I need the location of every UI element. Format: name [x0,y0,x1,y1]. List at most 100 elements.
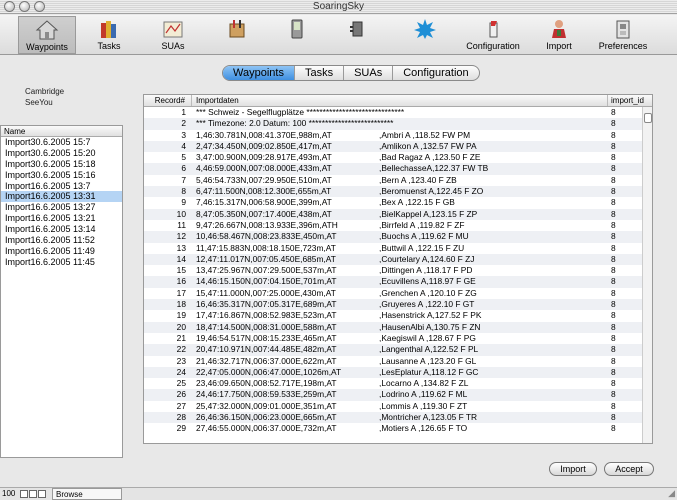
table-row[interactable]: 25 23,46:09.650N,008:52.717E,198m,AT ,Loca… [144,378,652,389]
zoom-level[interactable]: 100 [2,488,15,500]
import-data-details: ,Birrfeld A ,119.82 F ZF [379,219,465,230]
table-row[interactable]: 26 24,46:17.750N,008:59.533E,259m,AT ,Lodr… [144,389,652,401]
table-row[interactable]: 13 11,47:15.883N,008:18.150E,723m,AT ,Butt… [144,243,652,254]
table-row[interactable]: 18 16,46:35.317N,007:05.317E,689m,AT ,Gruy… [144,299,652,311]
import-id-cell: 8 [611,366,616,377]
import-list-item[interactable]: Import16.6.2005 11:49 [1,246,122,257]
segment-tasks[interactable]: Tasks [295,66,345,80]
import-data-coordinates: 27,46:55.000N,006:37.000E,732m,AT [196,423,337,434]
import-list-item[interactable]: Import30.6.2005 15:7 [1,137,122,148]
import-list-header[interactable]: Name [1,126,122,137]
import-list-item[interactable]: Import16.6.2005 13:21 [1,213,122,224]
layout-large-icon[interactable] [38,490,46,498]
toolbar-splash-button[interactable] [396,16,454,54]
table-row[interactable]: 23 21,46:32.717N,006:37.000E,622m,AT ,Laus… [144,356,652,367]
import-data-cell: 21,46:32.717N,006:37.000E,622m,AT ,Lausan… [192,356,608,367]
import-list-item[interactable]: Import16.6.2005 13:31 [1,191,122,203]
toolbar-plugin-button[interactable] [328,16,386,54]
mode-selector[interactable]: Browse [52,488,122,500]
table-row[interactable]: 17 15,47:11.000N,007:25.000E,430m,AT ,Gren… [144,288,652,299]
table-vertical-scrollbar[interactable] [642,107,652,443]
table-row[interactable]: 12 10,46:58.467N,008:23.833E,450m,AT ,Buoc… [144,231,652,243]
import-data-details: ,Kaegiswil A ,128.67 F PG [379,332,476,343]
import-data-coordinates: 20,47:10.971N,007:44.485E,482m,AT [196,344,337,355]
import-list-item[interactable]: Import30.6.2005 15:20 [1,148,122,159]
toolbar-waypoints-button[interactable]: Waypoints [18,16,76,54]
record-number-cell: 19 [176,310,186,321]
record-number-cell: 18 [176,299,186,310]
zoom-window-icon[interactable] [34,1,45,12]
table-row[interactable]: 8 6,47:11.500N,008:12.300E,655m,AT ,Beromu… [144,186,652,198]
segment-waypoints[interactable]: Waypoints [223,66,295,80]
toolbar-tasks-button[interactable]: Tasks [80,16,138,54]
import-data-coordinates: 13,47:25.967N,007:29.500E,537m,AT [196,265,337,276]
layout-medium-icon[interactable] [29,490,37,498]
minimize-window-icon[interactable] [19,1,30,12]
import-list-item[interactable]: Import16.6.2005 13:14 [1,224,122,235]
table-row[interactable]: 11 9,47:26.667N,008:13.933E,396m,ATH ,Birr… [144,220,652,231]
table-row[interactable]: 16 14,46:15.150N,007:04.150E,701m,AT ,Ecuv… [144,276,652,288]
import-data-coordinates: 16,46:35.317N,007:05.317E,689m,AT [196,299,337,310]
import-data-cell: 13,47:25.967N,007:29.500E,537m,AT ,Dittin… [192,265,608,276]
table-row[interactable]: 6 4,46:59.000N,007:08.000E,433m,AT ,Bellec… [144,163,652,175]
column-header-import-id[interactable]: import_id [608,95,644,106]
table-row[interactable]: 28 26,46:36.150N,006:23.000E,665m,AT ,Mont… [144,412,652,424]
table-row[interactable]: 20 18,47:14.500N,008:31.000E,588m,AT ,Haus… [144,321,652,333]
layout-small-icon[interactable] [20,490,28,498]
import-list-item[interactable]: Import30.6.2005 15:16 [1,170,122,181]
status-bar: 100 Browse ◢ [0,487,677,500]
source-cambridge[interactable]: Cambridge [25,86,64,97]
import-data-cell: 10,46:58.467N,008:23.833E,450m,AT ,Buochs… [192,231,608,242]
table-row[interactable]: 19 17,47:16.867N,008:52.983E,523m,AT ,Hase… [144,310,652,321]
import-data-coordinates: 26,46:36.150N,006:23.000E,665m,AT [196,412,337,423]
import-button[interactable]: Import [549,462,597,476]
record-number-cell: 3 [181,129,186,140]
table-row[interactable]: 4 2,47:34.450N,009:02.850E,417m,AT ,Amliko… [144,140,652,153]
toolbar-tools-button[interactable] [208,16,266,54]
resize-grip-icon[interactable]: ◢ [668,487,675,499]
toolbar-import-button[interactable]: Import [530,16,588,54]
record-number-cell: 24 [176,366,186,377]
table-row[interactable]: 27 25,47:32.000N,009:01.000E,351m,AT ,Lomm… [144,401,652,412]
import-list-item[interactable]: Import16.6.2005 11:52 [1,235,122,246]
segment-configuration[interactable]: Configuration [393,66,478,80]
table-row[interactable]: 1 *** Schweiz - Segelflugplätze *********… [144,107,652,118]
import-data-cell: 17,47:16.867N,008:52.983E,523m,AT ,Hasens… [192,310,608,321]
table-row[interactable]: 9 7,46:15.317N,006:58.900E,399m,AT ,Bex A … [144,197,652,208]
import-data-details: ,Lommis A ,119.30 F ZT [379,400,468,411]
table-row[interactable]: 2 *** Timezone: 2.0 Datum: 100 **********… [144,118,652,130]
table-row[interactable]: 15 13,47:25.967N,007:29.500E,537m,AT ,Ditt… [144,265,652,276]
splash-icon [413,18,437,40]
toolbar-configuration-button[interactable]: Configuration [464,16,522,54]
table-row[interactable]: 10 8,47:05.350N,007:17.400E,438m,AT ,BielK… [144,208,652,220]
table-row[interactable]: 7 5,46:54.733N,007:29.950E,510m,AT ,Bern A… [144,175,652,186]
toolbar-suas-button[interactable]: SUAs [144,16,202,54]
toolbar-pda-button[interactable] [268,16,326,54]
window-controls [4,1,45,12]
import-list-item[interactable]: Import30.6.2005 15:18 [1,159,122,170]
table-row[interactable]: 24 22,47:05.000N,006:47.000E,1026m,AT ,Les… [144,366,652,379]
table-header-row: Record# Importdaten import_id [144,95,652,107]
table-row[interactable]: 3 1,46:30.781N,008:41.370E,988m,AT ,Ambri … [144,130,652,141]
import-list-item[interactable]: Import16.6.2005 13:7 [1,181,122,192]
import-data-coordinates: 14,46:15.150N,007:04.150E,701m,AT [196,276,337,287]
table-row[interactable]: 22 20,47:10.971N,007:44.485E,482m,AT ,Lang… [144,344,652,356]
column-header-importdaten[interactable]: Importdaten [192,95,608,106]
toolbar-preferences-button[interactable]: Preferences [594,16,652,54]
import-list-item[interactable]: Import16.6.2005 13:27 [1,202,122,213]
column-header-record[interactable]: Record# [144,95,192,106]
scrollbar-thumb[interactable] [644,113,652,123]
source-seeyou[interactable]: SeeYou [25,97,64,108]
import-data-cell: *** Schweiz - Segelflugplätze **********… [192,107,608,118]
accept-button[interactable]: Accept [604,462,654,476]
table-row[interactable]: 14 12,47:11.017N,007:05.450E,685m,AT ,Cour… [144,253,652,266]
table-row[interactable]: 21 19,46:54.517N,008:15.233E,465m,AT ,Kaeg… [144,333,652,344]
import-id-cell: 8 [611,197,616,208]
import-list-item[interactable]: Import16.6.2005 11:45 [1,257,122,268]
record-number-cell: 28 [176,412,186,423]
segment-suas[interactable]: SUAs [344,66,394,80]
import-id-cell: 8 [611,140,616,151]
close-window-icon[interactable] [4,1,15,12]
table-row[interactable]: 29 27,46:55.000N,006:37.000E,732m,AT ,Moti… [144,423,652,434]
table-row[interactable]: 5 3,47:00.900N,009:28.917E,493m,AT ,Bad Ra… [144,152,652,163]
